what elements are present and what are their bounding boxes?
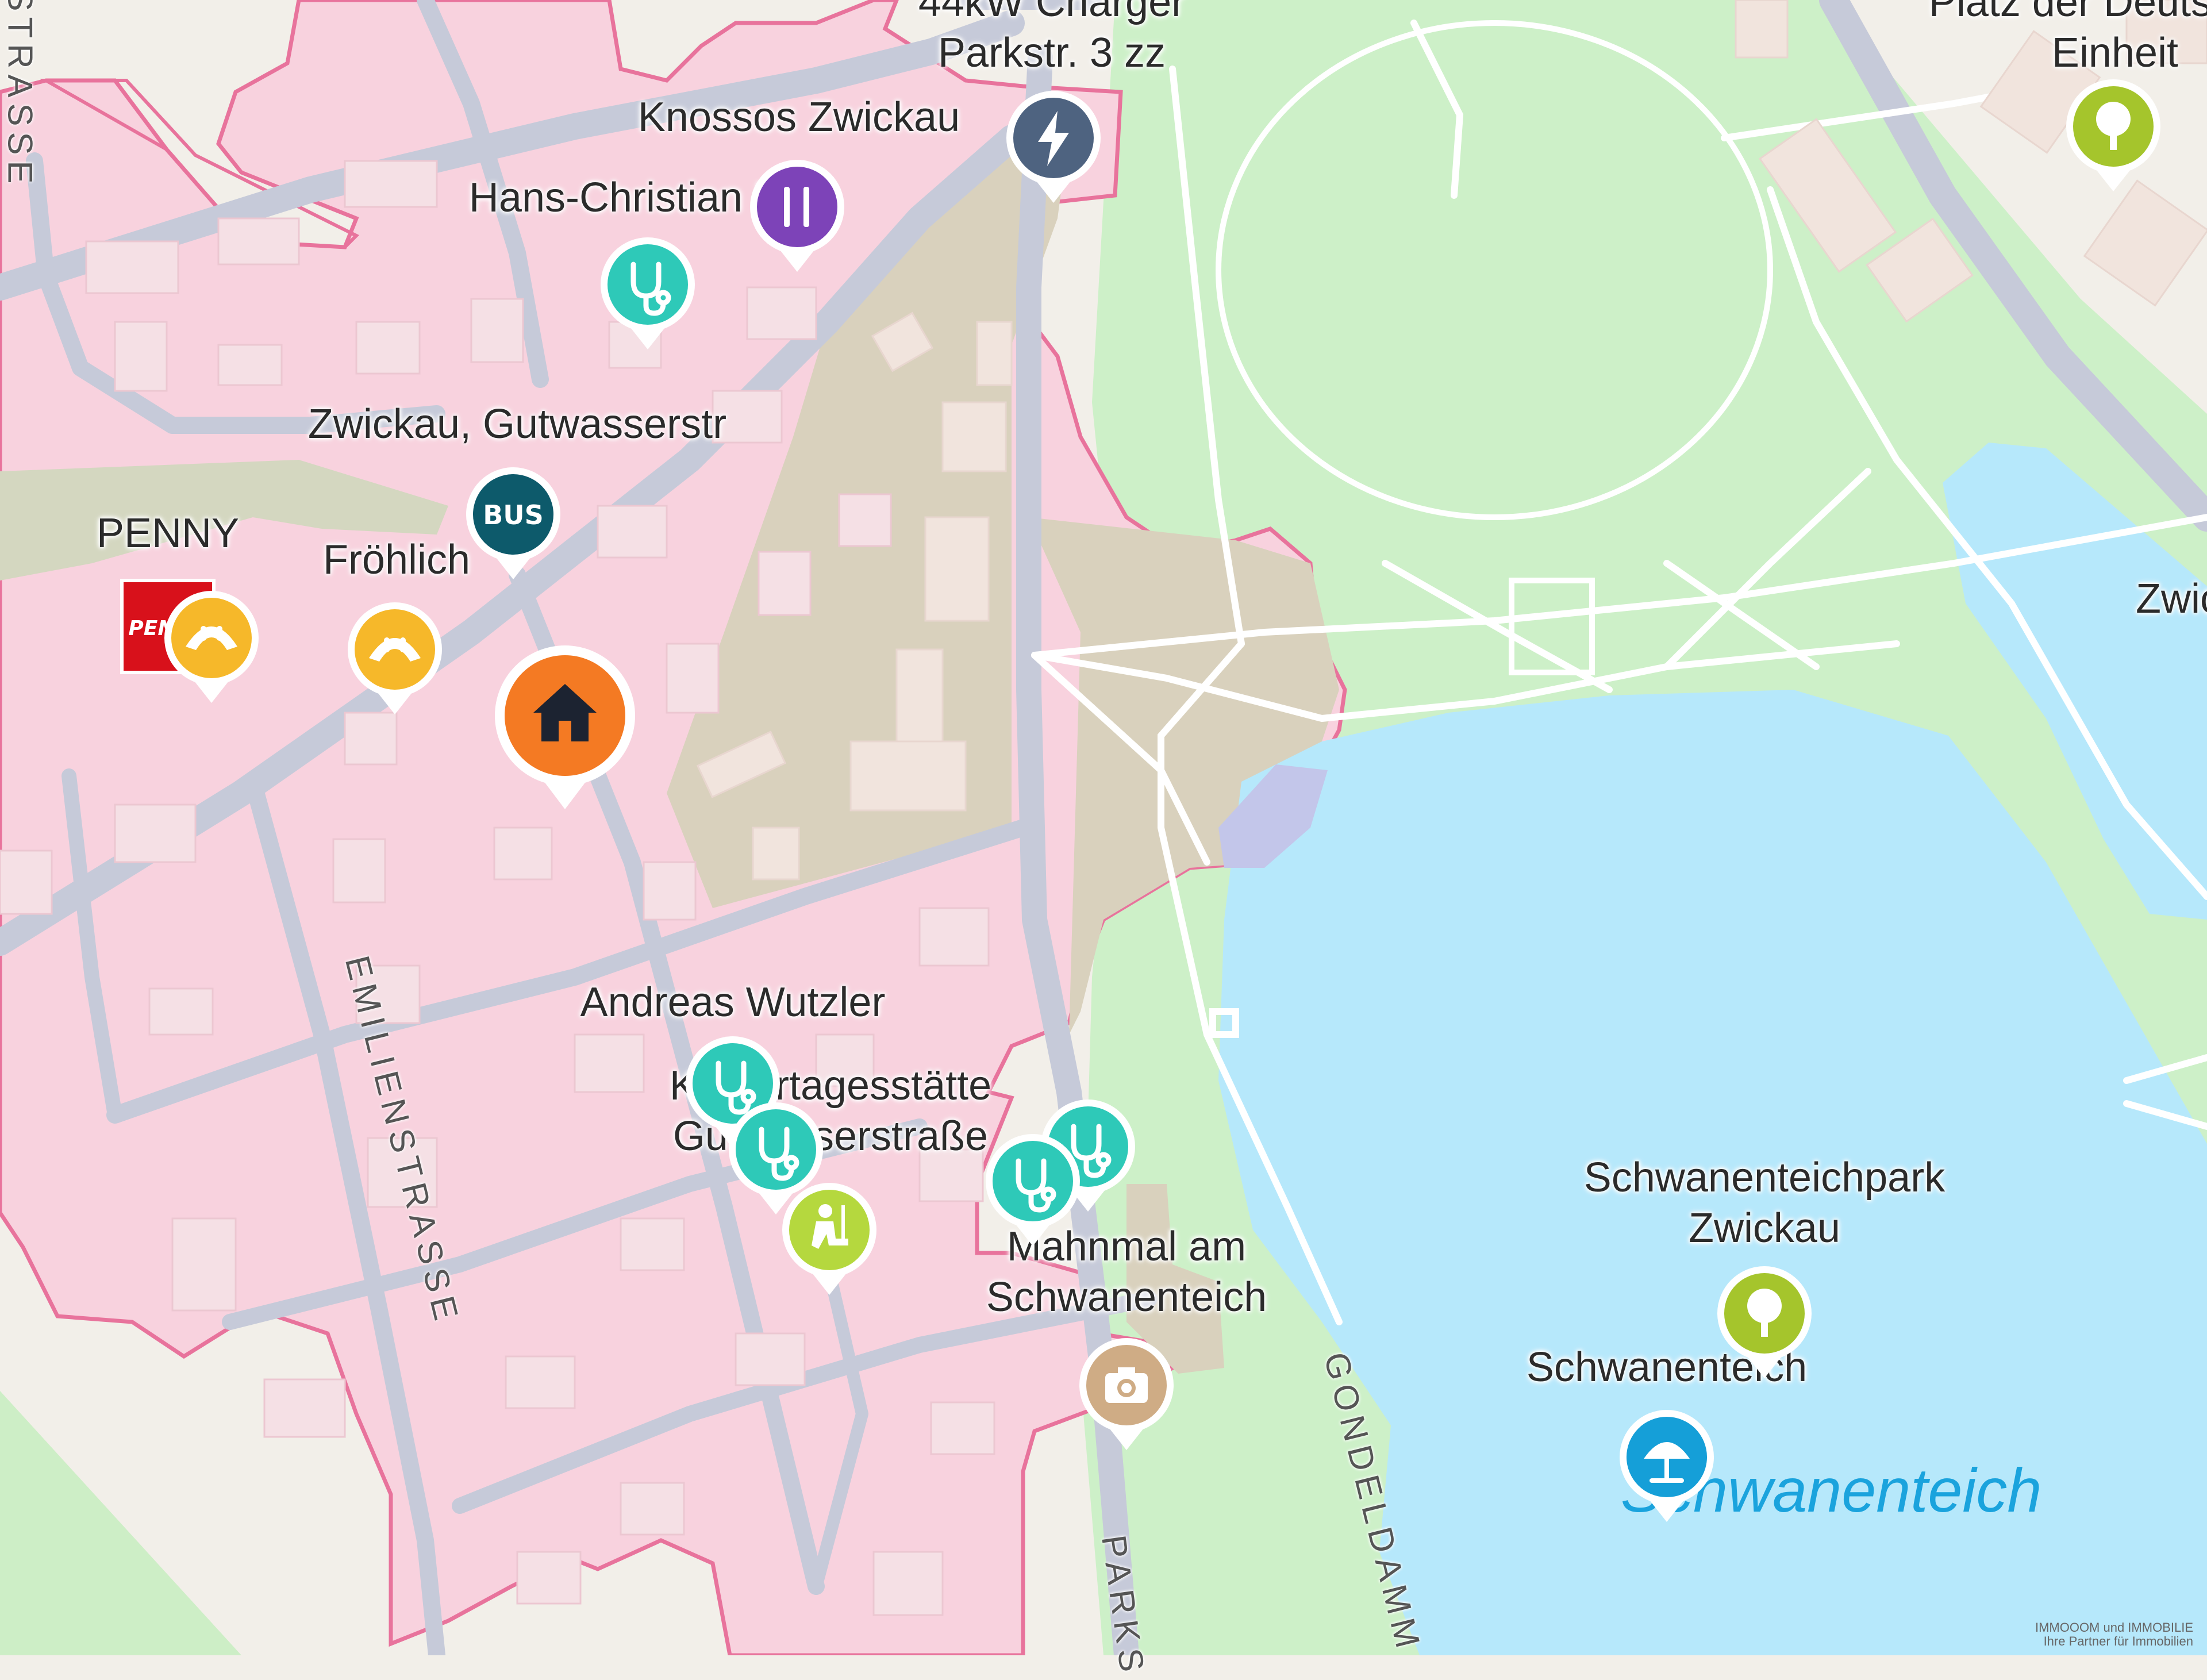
label-charger: 44kW Charger Parkstr. 3 zz (918, 0, 1186, 76)
label-schwanenteichpark: Schwanenteichpark Zwickau (1583, 1155, 1945, 1251)
home-pin[interactable] (493, 644, 637, 810)
label-andreas-wutzler: Andreas Wutzler (580, 979, 886, 1025)
street-label-strasse: STRASSE (1, 0, 40, 190)
bus-icon: BUS (483, 499, 544, 530)
park-pin-2[interactable] (1716, 1264, 1813, 1379)
label-platz: Platz der Deutschen Einheit (1928, 0, 2207, 76)
bakery-pin-2[interactable] (346, 601, 444, 716)
bakery-pin-1[interactable] (163, 589, 260, 704)
medical-pin-5[interactable] (984, 1132, 1082, 1247)
label-gutwasserstr-stop: Zwickau, Gutwasserstr (307, 401, 727, 447)
label-froehlich: Fröhlich (322, 537, 471, 583)
bus-stop-pin[interactable]: BUS (464, 466, 562, 580)
sight-pin[interactable] (1078, 1336, 1175, 1451)
label-zwic: Zwic (2136, 576, 2207, 622)
map-attribution: IMMOOOM und IMMOBILIE Ihre Partner für I… (2035, 1620, 2193, 1648)
park-pin-1[interactable] (2064, 78, 2162, 193)
medical-pin-1[interactable] (599, 236, 697, 351)
label-knossos: Knossos Zwickau (637, 94, 960, 140)
restaurant-pin[interactable] (748, 158, 846, 273)
charger-pin[interactable] (1005, 89, 1102, 204)
label-penny: PENNY (96, 510, 240, 556)
beach-pin[interactable] (1618, 1408, 1716, 1523)
kita-pin[interactable] (780, 1181, 878, 1296)
